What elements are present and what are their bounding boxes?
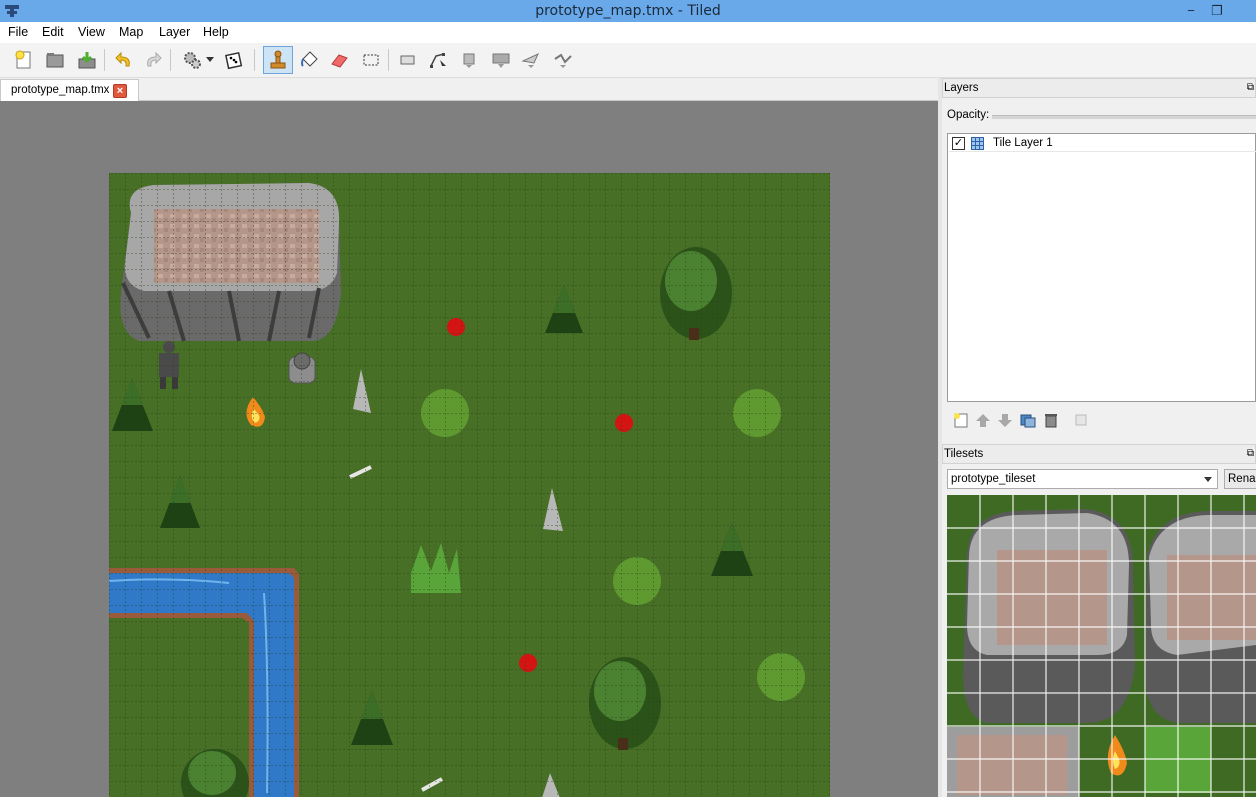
select-objects-button[interactable]	[396, 48, 420, 72]
toolbar-separator	[388, 49, 389, 71]
undo-icon	[115, 51, 130, 67]
rectangular-select-button[interactable]	[359, 48, 383, 72]
folder-open-icon	[46, 53, 64, 68]
document-tab-label: prototype_map.tmx	[11, 84, 110, 96]
edit-polygons-button[interactable]	[426, 48, 450, 72]
tileset-dropdown[interactable]: prototype_tileset	[947, 469, 1218, 489]
tileset-image[interactable]	[947, 495, 1256, 797]
insert-rectangle-button[interactable]	[457, 48, 481, 72]
arrow-up-icon	[976, 414, 990, 427]
insert-tile-button[interactable]	[489, 48, 513, 72]
menu-map[interactable]: Map	[119, 25, 143, 39]
layers-panel-title: Layers	[944, 82, 979, 94]
rectangle-select-icon	[363, 54, 379, 66]
bucket-fill-icon	[301, 51, 318, 67]
toolbar-separator	[254, 49, 255, 71]
chevron-down-icon	[1204, 477, 1212, 482]
eraser-icon	[331, 54, 348, 68]
redo-icon	[147, 51, 162, 67]
new-file-icon	[15, 50, 31, 69]
duplicate-icon	[1020, 414, 1036, 428]
stamp-icon	[270, 50, 286, 69]
tilesets-panel: Tilesets ⧉ prototype_tileset Renar	[942, 444, 1256, 797]
dice-icon	[225, 51, 243, 70]
automap-dropdown[interactable]	[204, 48, 216, 72]
document-tab[interactable]: prototype_map.tmx ×	[0, 79, 139, 101]
add-layer-button[interactable]	[952, 411, 970, 429]
tile-map-canvas[interactable]	[109, 173, 830, 797]
menu-edit[interactable]: Edit	[42, 25, 64, 39]
select-objects-icon	[400, 55, 415, 65]
layer-properties-button[interactable]	[1072, 411, 1090, 429]
insert-polygon-button[interactable]	[519, 48, 543, 72]
opacity-slider[interactable]	[992, 115, 1256, 119]
toolbar-separator	[104, 49, 105, 71]
menu-file[interactable]: File	[8, 25, 28, 39]
stamp-brush-button[interactable]	[263, 46, 293, 74]
tilesets-panel-title: Tilesets	[944, 448, 984, 460]
title-bar: prototype_map.tmx - Tiled − ❐	[0, 0, 1256, 22]
insert-polygon-icon	[521, 52, 539, 68]
rename-tileset-button[interactable]: Renar	[1224, 469, 1256, 489]
raise-layer-button[interactable]	[974, 411, 992, 429]
layer-visibility-checkbox[interactable]: ✓	[952, 137, 965, 150]
map-view[interactable]	[0, 101, 938, 797]
properties-icon	[1075, 414, 1087, 426]
insert-polyline-icon	[554, 53, 572, 68]
menu-view[interactable]: View	[78, 25, 105, 39]
window-title: prototype_map.tmx - Tiled	[535, 3, 721, 19]
save-icon	[78, 52, 96, 69]
float-panel-icon[interactable]: ⧉	[1247, 448, 1254, 459]
menu-bar: File Edit View Map Layer Help	[0, 22, 1256, 43]
layers-panel-header: Layers ⧉	[942, 78, 1256, 98]
tileset-view[interactable]	[947, 495, 1256, 797]
document-tab-bar: prototype_map.tmx ×	[0, 78, 938, 101]
tileset-dropdown-value: prototype_tileset	[951, 473, 1036, 485]
arrow-down-icon	[998, 414, 1012, 427]
insert-polyline-button[interactable]	[551, 48, 575, 72]
edit-polygon-icon	[430, 53, 446, 68]
minimize-button[interactable]: −	[1178, 2, 1204, 20]
float-panel-icon[interactable]: ⧉	[1247, 82, 1254, 93]
toolbar-separator	[170, 49, 171, 71]
close-tab-icon[interactable]: ×	[113, 84, 127, 98]
save-file-button[interactable]	[75, 48, 99, 72]
gears-icon	[184, 52, 201, 69]
insert-rectangle-icon	[463, 53, 475, 68]
new-map-button[interactable]	[12, 48, 36, 72]
restore-button[interactable]: ❐	[1204, 2, 1230, 20]
bucket-fill-button[interactable]	[297, 48, 321, 72]
main-toolbar	[0, 43, 1256, 78]
layer-row[interactable]: ✓ Tile Layer 1	[949, 135, 1256, 152]
dropdown-arrow-icon	[206, 57, 214, 62]
new-layer-icon	[954, 413, 968, 428]
eraser-button[interactable]	[327, 48, 351, 72]
duplicate-layer-button[interactable]	[1019, 411, 1037, 429]
layer-list: ✓ Tile Layer 1	[947, 133, 1256, 402]
layers-panel: Layers ⧉ Opacity: ✓ Tile Layer 1	[942, 78, 1256, 440]
tile-grid-overlay	[109, 173, 830, 797]
delete-layer-button[interactable]	[1042, 411, 1060, 429]
layer-name: Tile Layer 1	[993, 137, 1053, 149]
redo-button[interactable]	[141, 48, 165, 72]
lower-layer-button[interactable]	[996, 411, 1014, 429]
undo-button[interactable]	[112, 48, 136, 72]
menu-layer[interactable]: Layer	[159, 25, 190, 39]
tilesets-panel-header: Tilesets ⧉	[942, 444, 1256, 464]
open-file-button[interactable]	[43, 48, 67, 72]
tile-layer-icon	[971, 137, 984, 150]
automap-button[interactable]	[180, 48, 204, 72]
random-mode-button[interactable]	[222, 48, 246, 72]
opacity-label: Opacity:	[947, 109, 990, 121]
trash-icon	[1045, 414, 1057, 428]
menu-help[interactable]: Help	[203, 25, 229, 39]
insert-tile-icon	[492, 53, 510, 68]
